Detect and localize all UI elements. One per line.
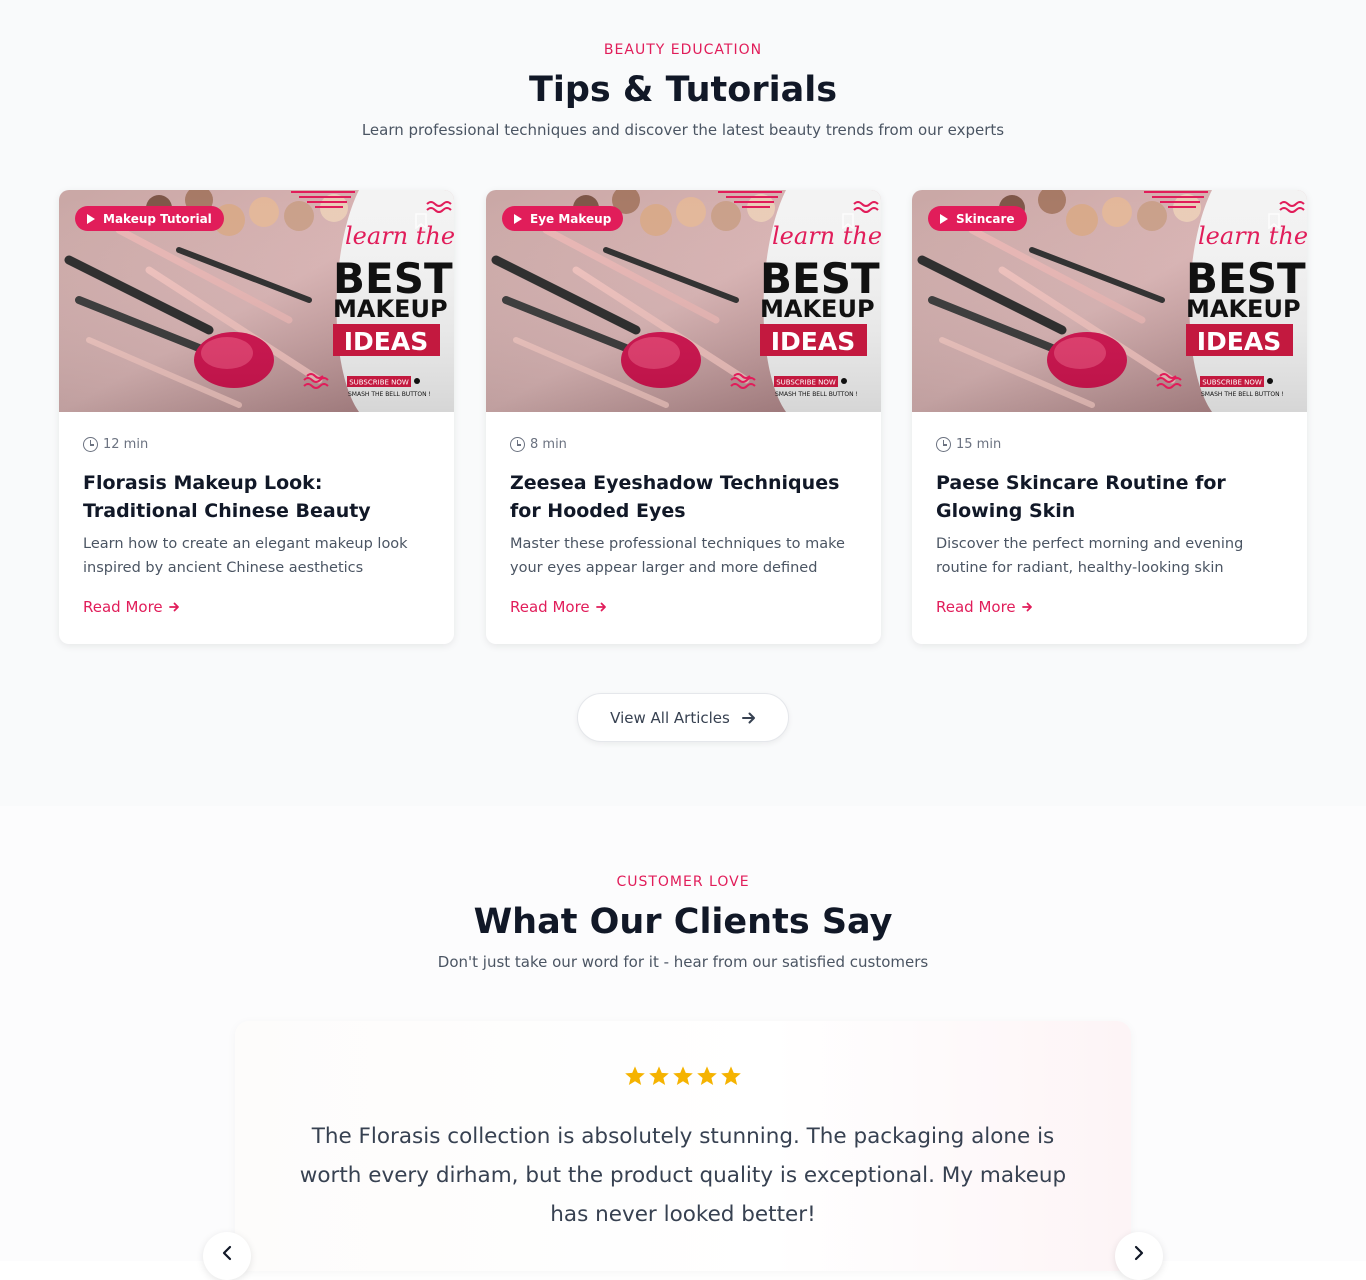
read-time-label: 15 min bbox=[956, 437, 1002, 452]
svg-text:learn the: learn the bbox=[345, 222, 454, 250]
section-eyebrow: BEAUTY EDUCATION bbox=[603, 42, 763, 58]
testimonial-card: The Florasis collection is absolutely st… bbox=[235, 1021, 1131, 1271]
article-title[interactable]: Zeesea Eyeshadow Techniques for Hooded E… bbox=[510, 469, 860, 525]
svg-text:SMASH THE BELL BUTTON !: SMASH THE BELL BUTTON ! bbox=[348, 391, 431, 398]
bookmark-icon[interactable] bbox=[1268, 213, 1280, 229]
arrow-right-icon bbox=[741, 712, 755, 723]
read-time-label: 12 min bbox=[103, 437, 149, 452]
category-badge: Skincare bbox=[928, 206, 1027, 231]
category-label: Eye Makeup bbox=[530, 211, 612, 226]
category-label: Skincare bbox=[956, 211, 1015, 226]
read-more-link[interactable]: Read More bbox=[510, 598, 607, 616]
testimonial-quote: The Florasis collection is absolutely st… bbox=[299, 1124, 1067, 1227]
view-all-label: View All Articles bbox=[610, 708, 730, 727]
arrow-right-icon bbox=[1021, 602, 1032, 612]
section-heading: What Our Clients Say bbox=[473, 902, 893, 942]
play-icon bbox=[87, 213, 95, 224]
star-icon bbox=[697, 1066, 717, 1085]
article-card[interactable]: learn the BEST MAKEUP IDEAS SUBSCRIBE NO… bbox=[912, 190, 1307, 644]
read-time: 8 min bbox=[510, 437, 567, 452]
section-heading: Tips & Tutorials bbox=[528, 70, 838, 110]
category-badge: Makeup Tutorial bbox=[75, 206, 224, 231]
svg-text:SMASH THE BELL BUTTON !: SMASH THE BELL BUTTON ! bbox=[1201, 391, 1284, 398]
read-time: 12 min bbox=[83, 437, 148, 452]
section-eyebrow: CUSTOMER LOVE bbox=[616, 874, 750, 890]
category-badge: Eye Makeup bbox=[502, 206, 624, 231]
star-icon bbox=[625, 1066, 645, 1085]
read-time-label: 8 min bbox=[530, 437, 567, 452]
read-more-label: Read More bbox=[936, 598, 1016, 616]
testimonials-section: CUSTOMER LOVE What Our Clients Say Don't… bbox=[0, 806, 1366, 1271]
article-description: Master these professional techniques to … bbox=[510, 536, 845, 576]
category-label: Makeup Tutorial bbox=[103, 211, 212, 226]
section-subheading: Learn professional techniques and discov… bbox=[361, 121, 1005, 139]
article-description: Discover the perfect morning and evening… bbox=[936, 536, 1244, 576]
clock-icon bbox=[83, 437, 98, 452]
svg-text:SUBSCRIBE NOW: SUBSCRIBE NOW bbox=[349, 379, 409, 387]
article-description: Learn how to create an elegant makeup lo… bbox=[83, 536, 408, 576]
article-card[interactable]: learn the BEST MAKEUP IDEAS SUBSCRIBE NO… bbox=[59, 190, 454, 644]
carousel-next-button[interactable] bbox=[1115, 1232, 1163, 1280]
play-icon bbox=[940, 213, 948, 224]
arrow-right-icon bbox=[595, 602, 606, 612]
article-title[interactable]: Florasis Makeup Look: Traditional Chines… bbox=[83, 469, 433, 525]
article-title[interactable]: Paese Skincare Routine for Glowing Skin bbox=[936, 469, 1286, 525]
play-icon bbox=[514, 213, 522, 224]
clock-icon bbox=[936, 437, 951, 452]
section-subheading: Don't just take our word for it - hear f… bbox=[437, 953, 929, 971]
svg-text:MAKEUP: MAKEUP bbox=[333, 295, 448, 323]
svg-text:learn the: learn the bbox=[772, 222, 881, 250]
svg-text:IDEAS: IDEAS bbox=[771, 327, 856, 356]
star-icon bbox=[721, 1066, 741, 1085]
rating-stars bbox=[235, 1065, 1131, 1087]
svg-text:MAKEUP: MAKEUP bbox=[1186, 295, 1301, 323]
svg-text:MAKEUP: MAKEUP bbox=[760, 295, 875, 323]
svg-text:SUBSCRIBE NOW: SUBSCRIBE NOW bbox=[1202, 379, 1262, 387]
carousel-prev-button[interactable] bbox=[203, 1232, 251, 1280]
read-more-link[interactable]: Read More bbox=[936, 598, 1033, 616]
bookmark-icon[interactable] bbox=[415, 213, 427, 229]
star-icon bbox=[673, 1066, 693, 1085]
arrow-right-icon bbox=[168, 602, 179, 612]
chevron-right-icon bbox=[1134, 1245, 1144, 1261]
read-more-label: Read More bbox=[510, 598, 590, 616]
clock-icon bbox=[510, 437, 525, 452]
tips-section: BEAUTY EDUCATION Tips & Tutorials Learn … bbox=[0, 0, 1366, 806]
article-card[interactable]: learn the BEST MAKEUP IDEAS SUBSCRIBE NO… bbox=[486, 190, 881, 644]
read-time: 15 min bbox=[936, 437, 1001, 452]
view-all-articles-button[interactable]: View All Articles bbox=[577, 693, 789, 742]
svg-text:SMASH THE BELL BUTTON !: SMASH THE BELL BUTTON ! bbox=[775, 391, 858, 398]
svg-text:IDEAS: IDEAS bbox=[1197, 327, 1282, 356]
star-icon bbox=[649, 1066, 669, 1085]
svg-text:IDEAS: IDEAS bbox=[344, 327, 429, 356]
read-more-link[interactable]: Read More bbox=[83, 598, 180, 616]
svg-text:learn the: learn the bbox=[1198, 222, 1307, 250]
read-more-label: Read More bbox=[83, 598, 163, 616]
chevron-left-icon bbox=[222, 1245, 232, 1261]
bookmark-icon[interactable] bbox=[842, 213, 854, 229]
svg-text:SUBSCRIBE NOW: SUBSCRIBE NOW bbox=[776, 379, 836, 387]
